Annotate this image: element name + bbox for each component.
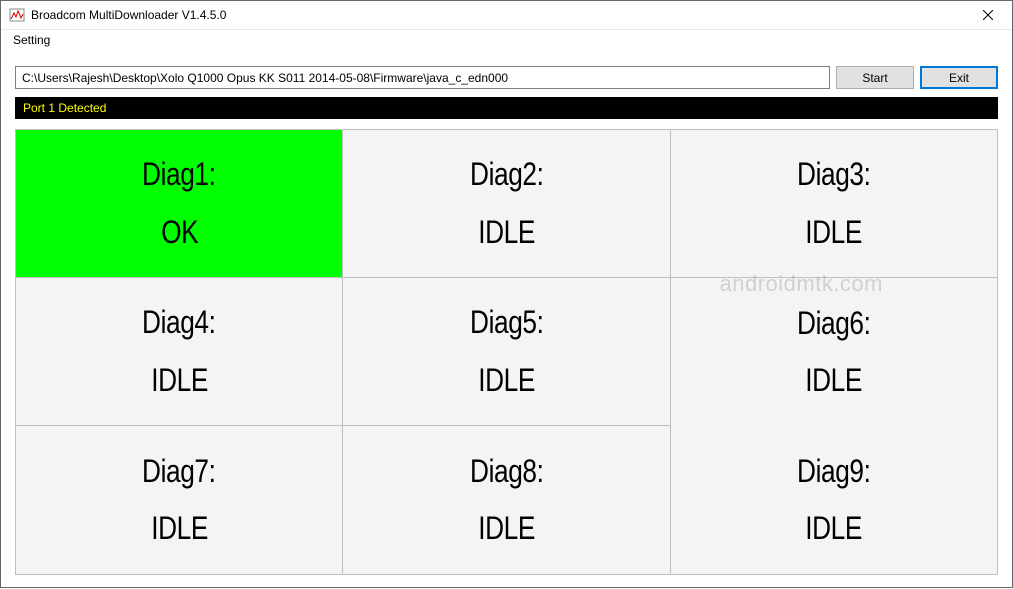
diag-label: Diag6: bbox=[797, 306, 870, 341]
window-title: Broadcom MultiDownloader V1.4.5.0 bbox=[31, 8, 965, 22]
firmware-path-input[interactable] bbox=[15, 66, 830, 89]
diag-status: IDLE bbox=[151, 511, 208, 546]
diag-cell-8: Diag8: IDLE bbox=[343, 426, 670, 574]
diag-cell-2: Diag2: IDLE bbox=[343, 130, 670, 278]
diag-cell-5: Diag5: IDLE bbox=[343, 278, 670, 426]
diag-status: IDLE bbox=[478, 363, 535, 398]
menu-setting[interactable]: Setting bbox=[7, 31, 56, 49]
diag-label: Diag3: bbox=[797, 157, 870, 192]
diag-status: IDLE bbox=[478, 215, 535, 250]
diag-status: IDLE bbox=[478, 511, 535, 546]
diag-label: Diag4: bbox=[142, 305, 215, 340]
diag-status: OK bbox=[161, 215, 198, 250]
diag-cell-3: Diag3: IDLE bbox=[671, 130, 998, 278]
diag-cell-7: Diag7: IDLE bbox=[16, 426, 343, 574]
content-area: Start Exit Port 1 Detected androidmtk.co… bbox=[1, 50, 1012, 589]
diag-label: Diag1: bbox=[142, 157, 215, 192]
menubar: Setting bbox=[1, 30, 1012, 50]
diag-status: IDLE bbox=[151, 363, 208, 398]
diag-label: Diag5: bbox=[470, 305, 543, 340]
diag-label: Diag2: bbox=[470, 157, 543, 192]
diag-cell-4: Diag4: IDLE bbox=[16, 278, 343, 426]
diag-grid: androidmtk.com Diag1:OKDiag2:IDLEDiag3:I… bbox=[15, 129, 998, 575]
diag-cell-1: Diag1: OK bbox=[16, 130, 343, 278]
diag-label: Diag7: bbox=[142, 454, 215, 489]
titlebar: Broadcom MultiDownloader V1.4.5.0 bbox=[1, 1, 1012, 30]
app-icon bbox=[9, 7, 25, 23]
diag-label: Diag9: bbox=[797, 454, 870, 489]
exit-button[interactable]: Exit bbox=[920, 66, 998, 89]
start-button[interactable]: Start bbox=[836, 66, 914, 89]
diag-status: IDLE bbox=[805, 511, 862, 546]
close-button[interactable] bbox=[965, 1, 1010, 29]
status-text: Port 1 Detected bbox=[23, 101, 106, 115]
diag-label: Diag8: bbox=[470, 454, 543, 489]
close-icon bbox=[983, 10, 993, 20]
diag-status: IDLE bbox=[805, 215, 862, 250]
diag-status: IDLE bbox=[805, 363, 862, 398]
diag-cell-6: Diag6: IDLE bbox=[671, 278, 998, 426]
status-bar: Port 1 Detected bbox=[15, 97, 998, 119]
toolbar-row: Start Exit bbox=[15, 66, 998, 89]
diag-cell-9: Diag9: IDLE bbox=[671, 426, 998, 574]
